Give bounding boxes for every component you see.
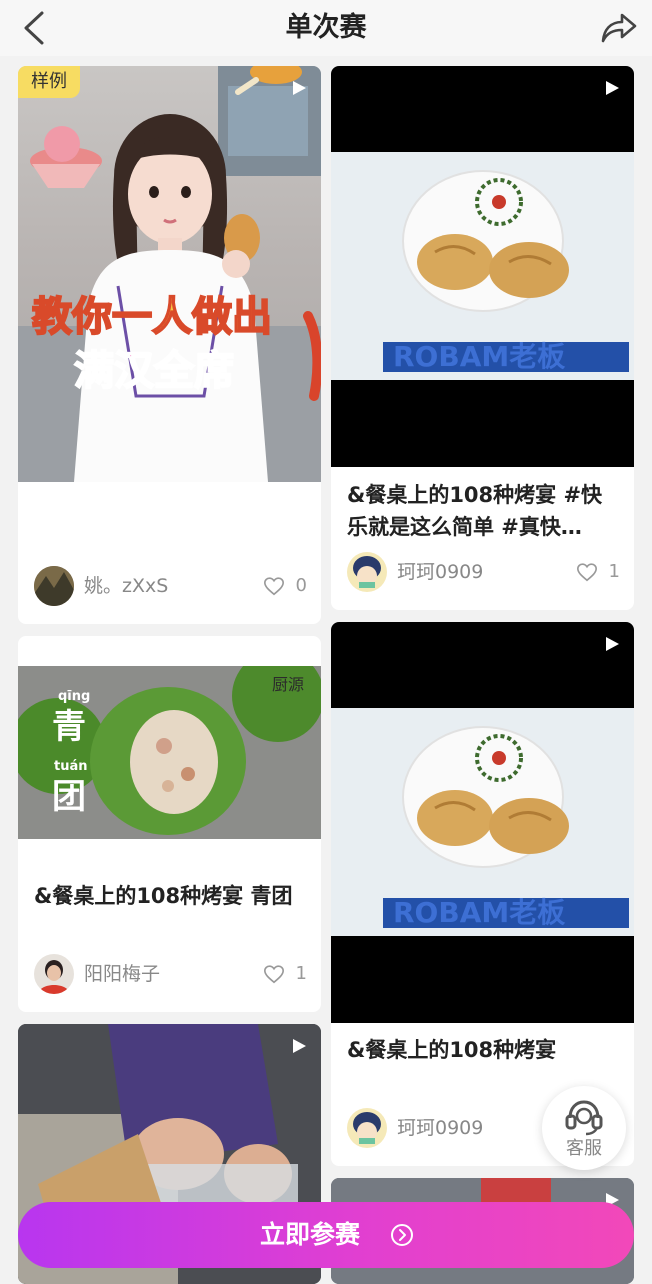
- page-title: 单次赛: [285, 12, 367, 43]
- author-name: 珂珂0909: [397, 1117, 484, 1139]
- video-thumbnail[interactable]: ROBAM老板: [331, 622, 634, 1023]
- heart-icon: [577, 563, 597, 582]
- work-card[interactable]: ROBAM老板 &餐桌上的108种烤宴 #快乐就是这么简单 #真快… 珂珂090…: [331, 66, 634, 610]
- play-icon: [293, 1039, 306, 1053]
- heart-icon: [264, 577, 284, 596]
- author-row[interactable]: 姚。zXxS 0: [34, 566, 307, 606]
- author-row[interactable]: 阳阳梅子 1: [34, 954, 307, 994]
- brand-logo: ROBAM老板: [393, 896, 565, 929]
- overlay-text-line1: 教你一人做出: [32, 294, 272, 340]
- author-row[interactable]: 珂珂0909 1: [347, 552, 620, 592]
- author-name: 阳阳梅子: [84, 963, 161, 985]
- headset-icon: [565, 1100, 603, 1136]
- overlay-char-1: 青: [52, 707, 86, 747]
- work-title: &餐桌上的108种烤宴: [347, 1038, 557, 1062]
- author-name: 姚。zXxS: [84, 575, 169, 597]
- like-button[interactable]: 0: [247, 572, 307, 600]
- customer-service-label: 客服: [566, 1138, 602, 1159]
- work-title: &餐桌上的108种烤宴 青团: [34, 884, 293, 908]
- avatar[interactable]: [347, 552, 387, 592]
- thumbnail-illustration: qīng 青 tuán 团 厨源: [18, 666, 321, 839]
- video-thumbnail[interactable]: ROBAM老板: [331, 66, 634, 467]
- avatar[interactable]: [34, 954, 74, 994]
- like-button[interactable]: 1: [247, 960, 307, 988]
- like-count: 0: [295, 575, 307, 596]
- share-icon[interactable]: [600, 10, 638, 46]
- heart-icon: [264, 965, 284, 984]
- brand-logo: ROBAM老板: [393, 340, 565, 373]
- sample-badge: 样例: [18, 66, 80, 98]
- overlay-text-line2: 满汉全席: [74, 348, 234, 394]
- play-icon: [606, 637, 619, 651]
- avatar[interactable]: [34, 566, 74, 606]
- video-thumbnail[interactable]: qīng 青 tuán 团 厨源: [18, 666, 321, 839]
- join-contest-button[interactable]: 立即参赛: [18, 1202, 634, 1268]
- thumbnail-illustration: ROBAM老板: [331, 152, 634, 380]
- overlay-char-2: 团: [52, 777, 86, 817]
- watermark: 厨源: [272, 675, 304, 694]
- thumbnail-illustration: ROBAM老板: [331, 708, 634, 936]
- work-card[interactable]: ROBAM老板 &餐桌上的108种烤宴 珂珂0909: [331, 622, 634, 1166]
- overlay-pinyin-1: qīng: [58, 689, 90, 704]
- play-icon: [293, 81, 306, 95]
- chevron-right-circle-icon: [391, 1224, 413, 1246]
- work-card-sample[interactable]: 教你一人做出 满汉全席 样例 姚。zXxS 0: [18, 66, 321, 624]
- like-count: 1: [608, 561, 620, 582]
- work-title: &餐桌上的108种烤宴 #快乐就是这么简单 #真快…: [347, 483, 603, 539]
- work-card[interactable]: qīng 青 tuán 团 厨源 &餐桌上的108种烤宴 青团 阳阳梅子 1: [18, 636, 321, 1012]
- customer-service-button[interactable]: 客服: [542, 1086, 626, 1170]
- like-count: 1: [295, 963, 307, 984]
- avatar[interactable]: [347, 1108, 387, 1148]
- top-bar: 单次赛: [0, 0, 652, 56]
- play-icon: [606, 81, 619, 95]
- overlay-pinyin-2: tuán: [54, 759, 88, 774]
- author-name: 珂珂0909: [397, 561, 484, 583]
- like-button[interactable]: 1: [560, 558, 620, 586]
- thumbnail-illustration: 教你一人做出 满汉全席: [18, 66, 321, 482]
- join-contest-label: 立即参赛: [259, 1220, 360, 1249]
- video-thumbnail[interactable]: 教你一人做出 满汉全席 样例: [18, 66, 321, 482]
